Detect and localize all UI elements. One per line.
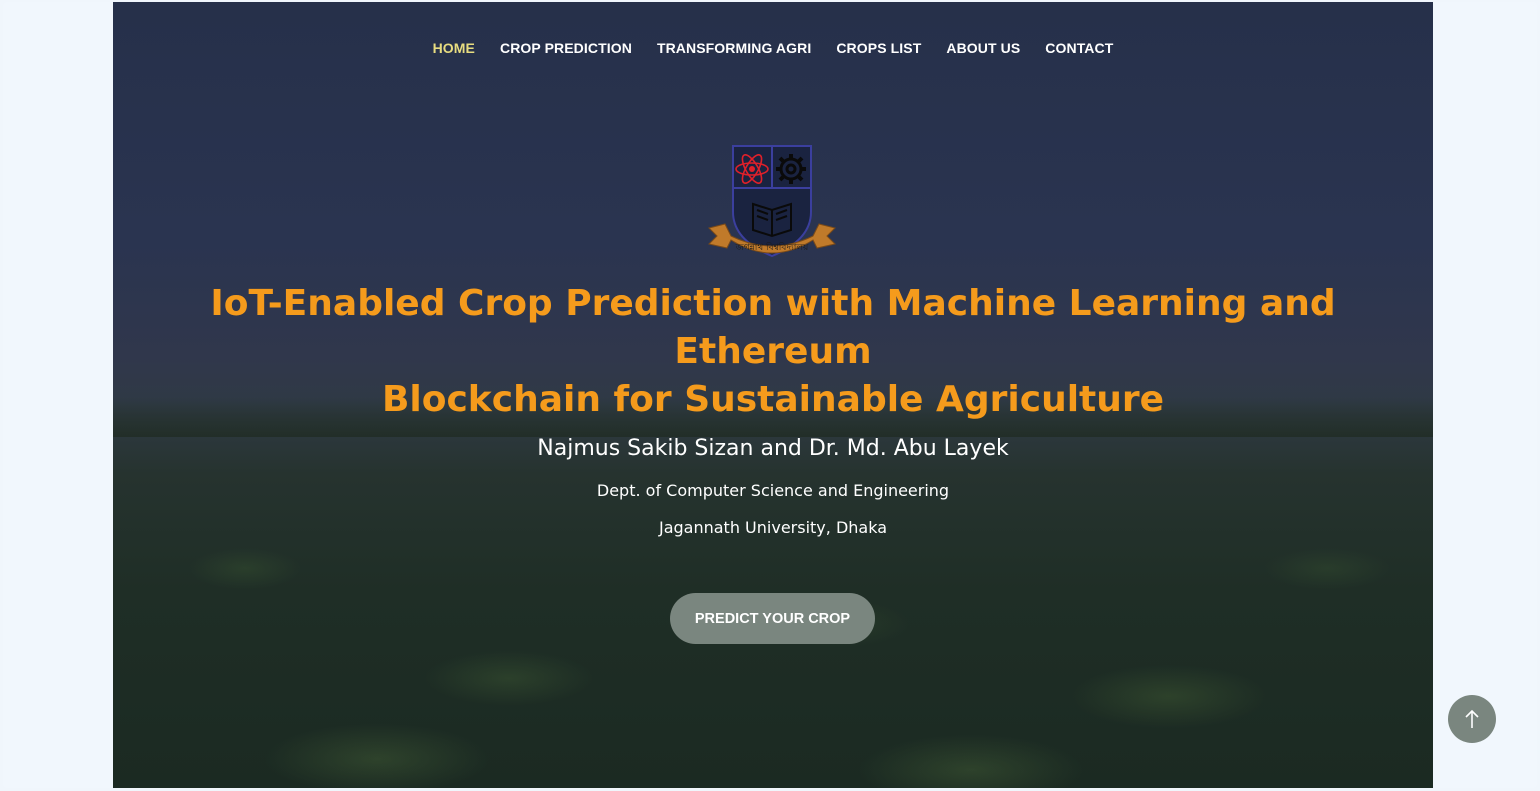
university-crest-icon: জগন্নাথ বিশ্ববিদ্যালয় — [705, 144, 837, 268]
crest-banner-text: জগন্নাথ বিশ্ববিদ্যালয় — [735, 242, 809, 253]
title-line-1: IoT-Enabled Crop Prediction with Machine… — [210, 283, 1336, 372]
nav-item-about-us[interactable]: ABOUT US — [934, 40, 1033, 56]
nav-item-home[interactable]: HOME — [420, 40, 487, 56]
authors-text: Najmus Sakib Sizan and Dr. Md. Abu Layek — [537, 436, 1009, 461]
arrow-up-icon — [1465, 709, 1479, 728]
department-text: Dept. of Computer Science and Engineerin… — [596, 481, 950, 500]
nav-item-crops-list[interactable]: CROPS LIST — [824, 40, 934, 56]
predict-crop-button[interactable]: PREDICT YOUR CROP — [670, 593, 875, 644]
university-text: Jagannath University, Dhaka — [658, 518, 887, 537]
main-nav: HOME CROP PREDICTION TRANSFORMING AGRI C… — [113, 40, 1433, 56]
scroll-to-top-button[interactable] — [1448, 695, 1496, 743]
page-title: IoT-Enabled Crop Prediction with Machine… — [113, 280, 1433, 424]
nav-item-crop-prediction[interactable]: CROP PREDICTION — [488, 40, 645, 56]
nav-item-transforming-agri[interactable]: TRANSFORMING AGRI — [644, 40, 823, 56]
nav-item-contact[interactable]: CONTACT — [1033, 40, 1126, 56]
title-line-2: Blockchain for Sustainable Agriculture — [381, 379, 1165, 420]
